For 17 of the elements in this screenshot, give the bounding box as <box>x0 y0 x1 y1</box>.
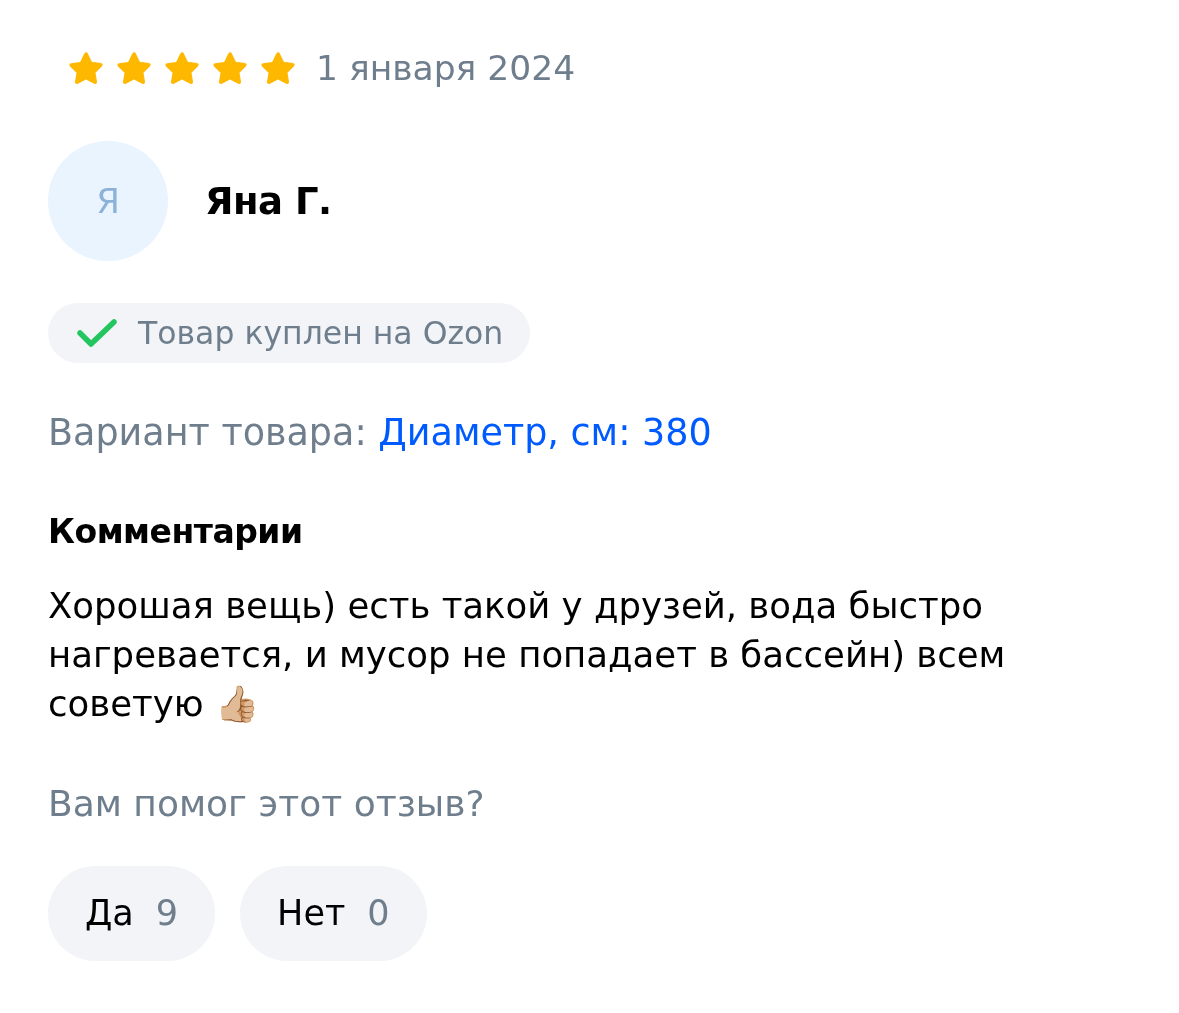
check-icon <box>76 318 118 349</box>
variant-label: Вариант товара: <box>48 411 367 455</box>
avatar-initial: Я <box>96 182 120 221</box>
star-icon <box>164 51 200 87</box>
star-icon <box>116 51 152 87</box>
star-icon <box>68 51 104 87</box>
badge-text: Товар куплен на Ozon <box>138 313 504 353</box>
comment-text: Хорошая вещь) есть такой у друзей, вода быстро нагревается, и мусор не попадает в бассейн) всем советую 👍🏼 <box>48 583 1007 726</box>
variant-value: Диаметр, см: 380 <box>378 411 712 455</box>
star-icon <box>212 51 248 87</box>
vote-no-button[interactable]: Нет 0 <box>240 865 427 961</box>
vote-yes-button[interactable]: Да 9 <box>48 865 216 961</box>
review-date: 1 января 2024 <box>316 48 576 90</box>
helpful-question: Вам помог этот отзыв? <box>48 781 485 825</box>
comments-heading: Комментарии <box>48 512 303 552</box>
star-icon <box>260 51 296 87</box>
author-name: Яна Г. <box>205 178 332 225</box>
